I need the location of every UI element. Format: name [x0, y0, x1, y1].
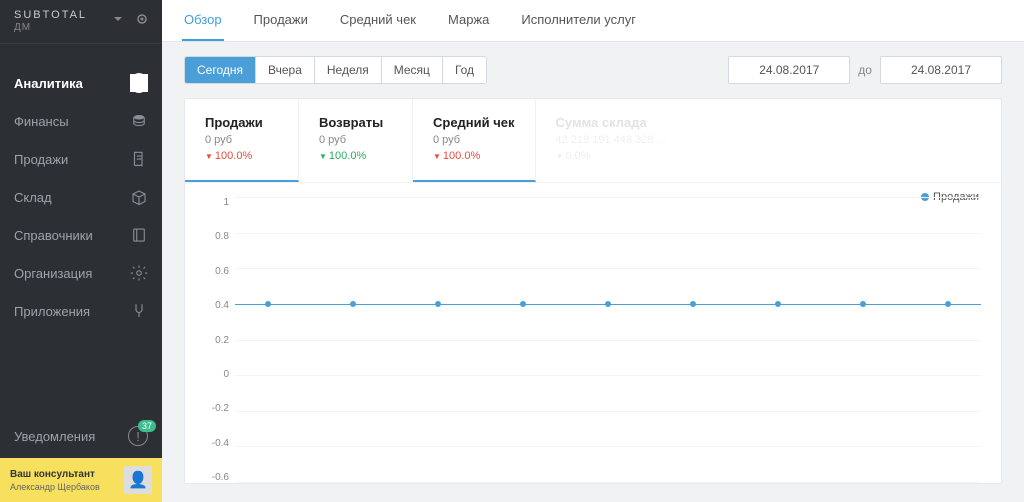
stat-title: Продажи	[205, 115, 278, 130]
chart-point	[350, 301, 356, 307]
stat-value: 0 руб	[205, 134, 278, 146]
chart-point	[520, 301, 526, 307]
sidebar-item-warehouse[interactable]: Склад	[0, 178, 162, 216]
consultant-block[interactable]: Ваш консультант Александр Щербаков 👤	[0, 458, 162, 502]
stat-title: Сумма склада	[556, 115, 668, 130]
stat-change: ▼100.0%	[433, 150, 515, 162]
coins-icon	[130, 112, 148, 130]
period-week[interactable]: Неделя	[315, 57, 382, 83]
date-separator: до	[858, 63, 872, 77]
stat-title: Возвраты	[319, 115, 392, 130]
stat-stock-sum[interactable]: Сумма склада 42 218 191 448 328 … ▼0.0%	[536, 99, 688, 182]
period-year[interactable]: Год	[443, 57, 486, 83]
stat-value: 0 руб	[319, 134, 392, 146]
chart-points	[235, 304, 981, 307]
chart-point	[435, 301, 441, 307]
sidebar-item-label: Склад	[14, 190, 52, 205]
period-selector: Сегодня Вчера Неделя Месяц Год	[184, 56, 487, 84]
sidebar-item-label: Приложения	[14, 304, 90, 319]
consultant-title: Ваш консультант	[10, 469, 116, 480]
tab-overview[interactable]: Обзор	[182, 0, 224, 41]
toolbar: Сегодня Вчера Неделя Месяц Год 24.08.201…	[162, 42, 1024, 98]
sidebar-item-directories[interactable]: Справочники	[0, 216, 162, 254]
date-range: 24.08.2017 до 24.08.2017	[728, 56, 1002, 84]
stat-value: 42 218 191 448 328 …	[556, 134, 668, 146]
consultant-name: Александр Щербаков	[10, 482, 116, 492]
gauge-icon	[130, 74, 148, 92]
sidebar-item-label: Справочники	[14, 228, 93, 243]
gear-icon	[130, 264, 148, 282]
notifications-item[interactable]: Уведомления ! 37	[0, 414, 162, 458]
notifications-label: Уведомления	[14, 429, 95, 444]
main-area: Обзор Продажи Средний чек Маржа Исполнит…	[162, 0, 1024, 502]
period-today[interactable]: Сегодня	[185, 57, 256, 83]
book-icon	[130, 226, 148, 244]
tab-bar: Обзор Продажи Средний чек Маржа Исполнит…	[162, 0, 1024, 42]
date-from-input[interactable]: 24.08.2017	[728, 56, 850, 84]
chart-point	[690, 301, 696, 307]
sidebar-item-label: Организация	[14, 266, 92, 281]
stat-change: ▼100.0%	[205, 150, 278, 162]
sidebar-item-label: Аналитика	[14, 76, 83, 91]
tab-sales[interactable]: Продажи	[252, 0, 310, 41]
stat-cards: Продажи 0 руб ▼100.0% Возвраты 0 руб ▼10…	[185, 99, 1001, 183]
sidebar-item-analytics[interactable]: Аналитика	[0, 64, 162, 102]
chart-plot-area	[235, 197, 981, 483]
period-month[interactable]: Месяц	[382, 57, 443, 83]
stat-returns[interactable]: Возвраты 0 руб ▼100.0%	[299, 99, 413, 182]
stat-change: ▼100.0%	[319, 150, 392, 162]
sidebar-footer: Уведомления ! 37 Ваш консультант Алексан…	[0, 414, 162, 502]
brand-title: SUBTOTAL	[14, 8, 87, 22]
chevron-down-icon[interactable]	[112, 13, 124, 28]
chart-point	[945, 301, 951, 307]
chart-point	[775, 301, 781, 307]
tab-avg-check[interactable]: Средний чек	[338, 0, 418, 41]
sidebar-item-organization[interactable]: Организация	[0, 254, 162, 292]
stat-avg-check[interactable]: Средний чек 0 руб ▼100.0%	[413, 99, 536, 182]
sidebar-nav: Аналитика Финансы Продажи Склад Справочн…	[0, 44, 162, 414]
arrow-down-icon: ▼	[433, 152, 441, 161]
sidebar-item-sales[interactable]: Продажи	[0, 140, 162, 178]
chart-point	[605, 301, 611, 307]
logo-block: SUBTOTAL ДМ	[0, 0, 162, 44]
sidebar-item-apps[interactable]: Приложения	[0, 292, 162, 330]
notifications-badge: 37	[138, 420, 156, 432]
y-axis: 1 0.8 0.6 0.4 0.2 0 -0.2 -0.4 -0.6	[205, 197, 235, 483]
chart-point	[860, 301, 866, 307]
stat-change: ▼0.0%	[556, 150, 668, 162]
app-root: SUBTOTAL ДМ Аналитика Финансы Продажи	[0, 0, 1024, 502]
avatar: 👤	[124, 466, 152, 494]
chart-point	[265, 301, 271, 307]
line-chart: 1 0.8 0.6 0.4 0.2 0 -0.2 -0.4 -0.6	[205, 197, 981, 483]
sidebar-item-label: Продажи	[14, 152, 68, 167]
arrow-down-icon: ▼	[556, 152, 564, 161]
period-yesterday[interactable]: Вчера	[256, 57, 315, 83]
arrow-down-icon: ▼	[319, 152, 327, 161]
sidebar-item-finance[interactable]: Финансы	[0, 102, 162, 140]
dashboard-panel: Продажи 0 руб ▼100.0% Возвраты 0 руб ▼10…	[184, 98, 1002, 484]
target-icon[interactable]	[136, 13, 148, 28]
tab-margin[interactable]: Маржа	[446, 0, 491, 41]
chart-container: Продажи 1 0.8 0.6 0.4 0.2 0 -0.2 -0.4 -	[185, 183, 1001, 483]
plug-icon	[130, 302, 148, 320]
receipt-icon	[130, 150, 148, 168]
stat-sales[interactable]: Продажи 0 руб ▼100.0%	[185, 99, 299, 182]
date-to-input[interactable]: 24.08.2017	[880, 56, 1002, 84]
tab-performers[interactable]: Исполнители услуг	[519, 0, 638, 41]
sidebar-item-label: Финансы	[14, 114, 69, 129]
arrow-down-icon: ▼	[205, 152, 213, 161]
content: Продажи 0 руб ▼100.0% Возвраты 0 руб ▼10…	[162, 98, 1024, 502]
brand-subtitle: ДМ	[14, 22, 87, 33]
sidebar: SUBTOTAL ДМ Аналитика Финансы Продажи	[0, 0, 162, 502]
stat-title: Средний чек	[433, 115, 515, 130]
stat-value: 0 руб	[433, 134, 515, 146]
box-icon	[130, 188, 148, 206]
